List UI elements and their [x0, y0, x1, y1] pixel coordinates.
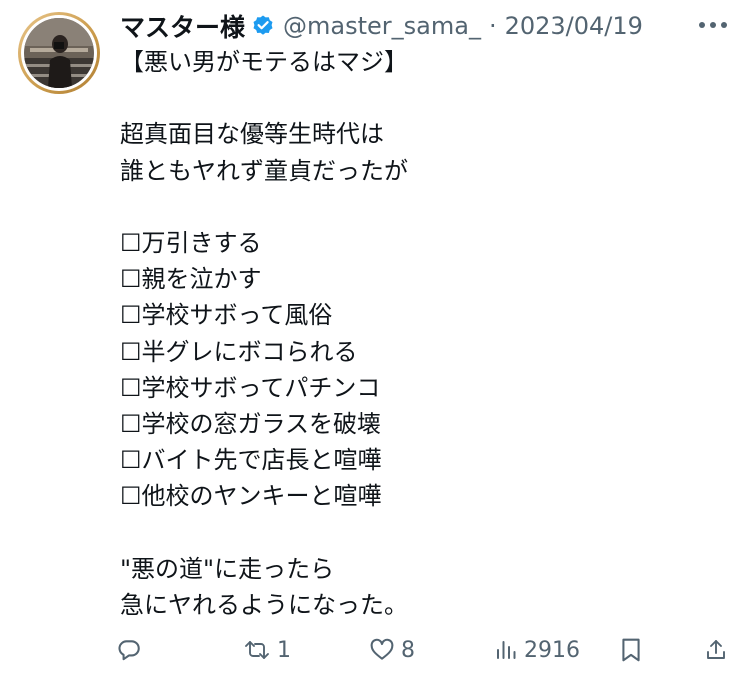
tweet-line: 誰ともヤれず童貞だったが [120, 156, 408, 185]
action-bar: 1 8 2916 [0, 630, 750, 670]
reply-button[interactable] [116, 630, 148, 670]
retweet-count: 1 [277, 637, 291, 663]
tweet-line: 超真面目な優等生時代は [120, 120, 384, 149]
reply-icon [116, 637, 142, 663]
tweet-line: ☐バイト先で店長と喧嘩 [120, 446, 382, 475]
tweet-line: "悪の道"に走ったら [120, 554, 335, 583]
tweet-line: ☐半グレにボコられる [120, 337, 358, 366]
tweet-line: ☐学校サボって風俗 [120, 301, 333, 330]
more-icon[interactable] [696, 10, 730, 40]
avatar[interactable] [18, 12, 100, 94]
tweet: マスター様 @master_sama_ · 2023/04/19 【悪い男がモテ… [0, 0, 750, 674]
share-icon [704, 637, 728, 663]
tweet-line: ☐親を泣かす [120, 265, 262, 294]
bookmark-button[interactable] [620, 630, 642, 670]
views-count: 2916 [524, 637, 580, 663]
heart-icon [369, 637, 395, 663]
like-button[interactable]: 8 [369, 630, 415, 670]
tweet-header: マスター様 @master_sama_ · 2023/04/19 [120, 6, 643, 46]
display-name[interactable]: マスター様 [120, 8, 245, 44]
tweet-line: ☐他校のヤンキーと喧嘩 [120, 482, 382, 511]
views-button[interactable]: 2916 [494, 630, 580, 670]
tweet-line: 【悪い男がモテるはマジ】 [120, 48, 408, 76]
retweet-button[interactable]: 1 [243, 630, 291, 670]
verified-badge-icon [251, 14, 275, 38]
user-handle[interactable]: @master_sama_ [283, 12, 481, 40]
retweet-icon [243, 637, 271, 663]
tweet-date[interactable]: 2023/04/19 [505, 12, 643, 40]
tweet-line: 急にヤれるようになった。 [120, 590, 408, 619]
views-icon [494, 637, 518, 663]
avatar-photo [24, 18, 94, 88]
separator-dot: · [488, 12, 497, 40]
like-count: 8 [401, 637, 415, 663]
tweet-text: 【悪い男がモテるはマジ】 超真面目な優等生時代は 誰ともヤれず童貞だったが ☐万… [120, 44, 720, 623]
share-button[interactable] [704, 630, 728, 670]
bookmark-icon [620, 637, 642, 663]
tweet-line: ☐学校の窓ガラスを破壊 [120, 409, 382, 438]
tweet-line: ☐万引きする [120, 228, 262, 257]
tweet-line: ☐学校サボってパチンコ [120, 373, 381, 402]
